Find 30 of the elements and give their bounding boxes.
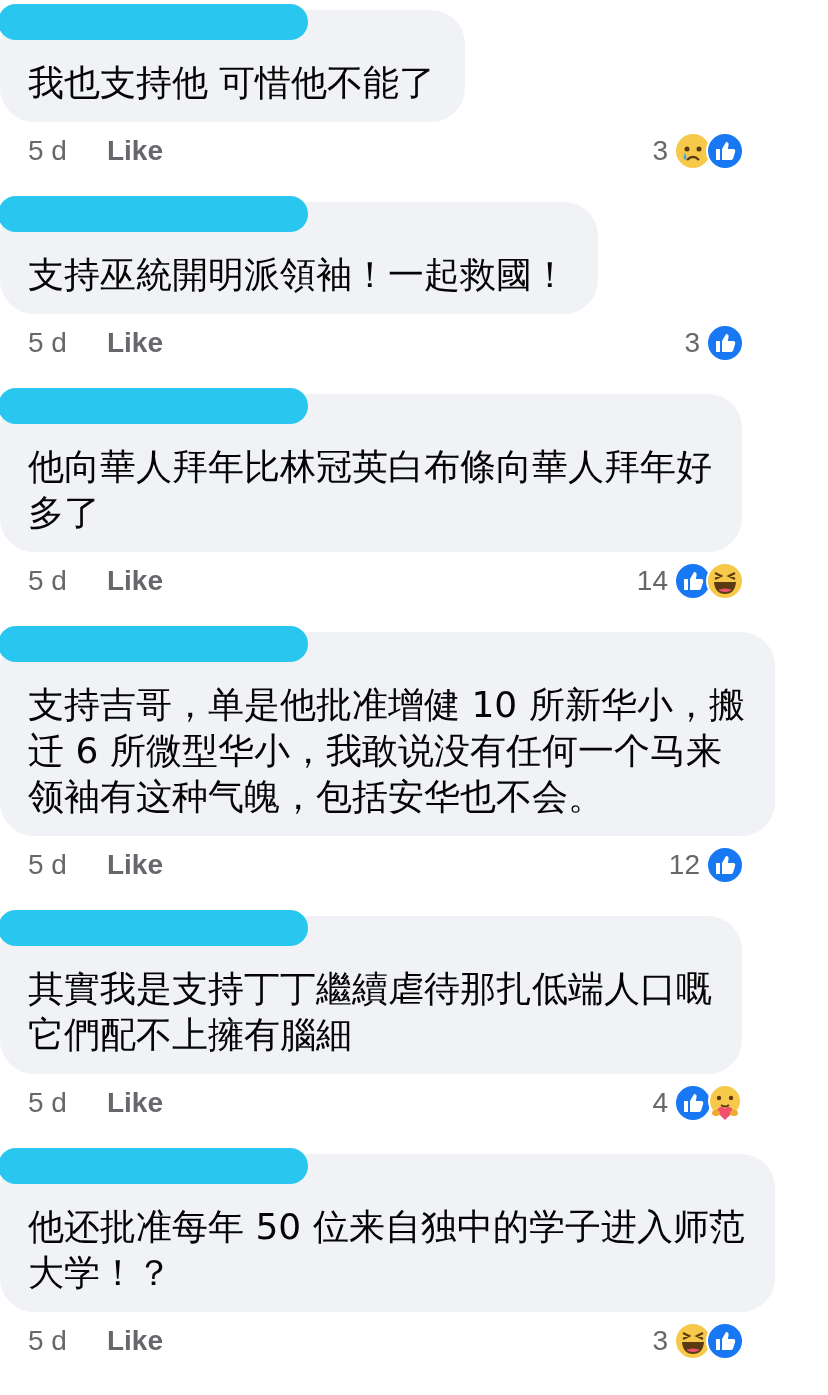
like-link[interactable]: Like	[106, 135, 163, 167]
reaction-count: 14	[636, 565, 668, 597]
like-link[interactable]: Like	[106, 327, 163, 359]
reaction-count: 12	[668, 849, 700, 881]
comment-text: 支持巫統開明派領袖！一起救國！	[28, 253, 568, 297]
like-link[interactable]: Like	[106, 849, 163, 881]
laughing-face-icon	[706, 562, 744, 600]
comment-text: 我也支持他 可惜他不能了	[28, 61, 436, 105]
like-icon	[706, 324, 744, 362]
comment-time: 5 d	[28, 565, 67, 597]
comment-text: 他还批准每年 50 位来自独中的学子进入师范 大学！？	[28, 1205, 745, 1295]
comment-time: 5 d	[28, 1325, 67, 1357]
like-icon	[706, 1322, 744, 1360]
comment-time: 5 d	[28, 849, 67, 881]
reaction-count: 3	[652, 135, 668, 167]
comment-text: 其實我是支持丁丁繼續虐待那扎低端人口嘅 它們配不上擁有腦細	[28, 967, 712, 1057]
comment-time: 5 d	[28, 135, 67, 167]
reaction-count: 3	[652, 1325, 668, 1357]
like-icon	[674, 1084, 712, 1122]
comment-time: 5 d	[28, 1087, 67, 1119]
reaction-count: 3	[684, 327, 700, 359]
like-icon	[706, 132, 744, 170]
like-link[interactable]: Like	[106, 1325, 163, 1357]
like-icon	[706, 846, 744, 884]
comment-time: 5 d	[28, 327, 67, 359]
comment-text: 支持吉哥，单是他批准增健 10 所新华小，搬 迁 6 所微型华小，我敢说没有任何一个马来 领袖有这种气魄，包括安华也不会。	[28, 683, 745, 819]
like-link[interactable]: Like	[106, 1087, 163, 1119]
like-link[interactable]: Like	[106, 565, 163, 597]
comment-text: 他向華人拜年比林冠英白布條向華人拜年好 多了	[28, 445, 712, 535]
reaction-count: 4	[652, 1087, 668, 1119]
